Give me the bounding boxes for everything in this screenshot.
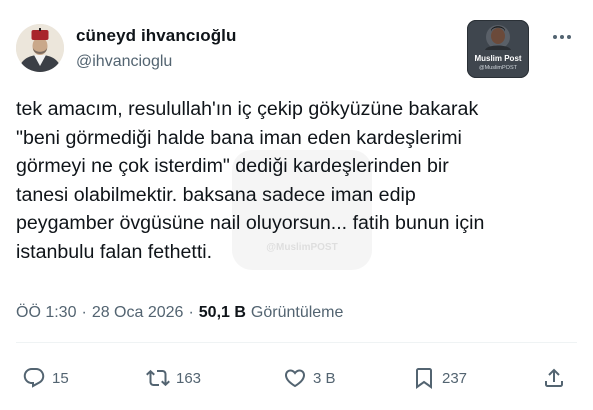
tweet-card: cüneyd ihvancıoğlu @ihvancioglu Muslim P… [0, 0, 593, 410]
reply-button[interactable]: 15 [22, 358, 69, 398]
tweet-meta: ÖÖ 1:30 · 28 Oca 2026 · 50,1 B Görüntüle… [16, 304, 343, 322]
source-badge[interactable]: Muslim Post @MuslimPOST [467, 20, 529, 78]
retweet-count: 163 [176, 369, 202, 387]
divider [16, 342, 577, 343]
heart-icon [284, 369, 306, 388]
like-button[interactable]: 3 B [283, 358, 336, 398]
badge-title: Muslim Post [474, 54, 522, 63]
author-name[interactable]: cüneyd ihvancıoğlu [76, 26, 237, 46]
reply-count: 15 [52, 369, 69, 387]
tweet-text: tek amacım, resulullah'ın iç çekip gökyü… [16, 98, 485, 263]
bookmark-count: 237 [442, 369, 468, 387]
meta-separator: · [188, 304, 194, 321]
more-options-button[interactable] [545, 24, 579, 50]
share-icon [545, 368, 563, 387]
action-bar: 15 163 3 B 237 [0, 358, 593, 398]
like-count: 3 B [313, 369, 336, 387]
avatar-portrait [16, 24, 64, 72]
author-handle[interactable]: @ihvancioglu [76, 53, 172, 71]
bookmark-icon [416, 368, 432, 389]
retweet-button[interactable]: 163 [146, 358, 201, 398]
retweet-icon [146, 369, 170, 387]
views-label: Görüntüleme [250, 304, 344, 321]
reply-icon [23, 368, 45, 388]
meta-separator: · [81, 304, 87, 321]
bookmark-button[interactable]: 237 [412, 358, 467, 398]
avatar[interactable] [16, 24, 64, 72]
tweet-time[interactable]: ÖÖ 1:30 [16, 304, 76, 322]
tweet-date[interactable]: 28 Oca 2026 [92, 304, 184, 322]
more-dots-icon [553, 35, 571, 39]
share-button[interactable] [542, 358, 566, 398]
badge-subtitle: @MuslimPOST [479, 65, 517, 71]
views-count: 50,1 B [198, 304, 246, 321]
